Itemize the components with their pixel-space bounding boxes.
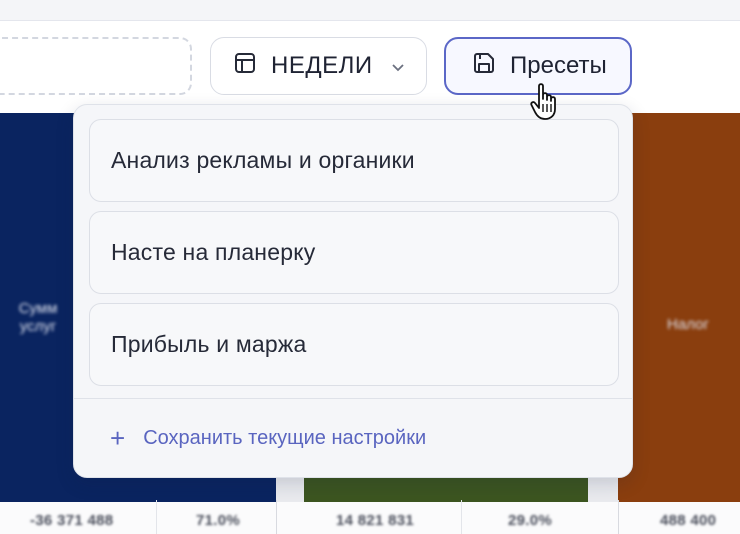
preset-item[interactable]: Анализ рекламы и органики [89, 119, 619, 202]
save-preset-label: Сохранить текущие настройки [143, 426, 427, 449]
period-select-label: НЕДЕЛИ [271, 52, 373, 79]
search-input[interactable] [0, 37, 192, 95]
brown-column-header: Налог [667, 316, 709, 333]
cell-divider [156, 500, 157, 534]
save-preset-button[interactable]: + Сохранить текущие настройки [110, 423, 426, 453]
cell-divider [461, 500, 462, 534]
top-bar [0, 0, 740, 21]
chevron-down-icon [391, 52, 405, 80]
presets-dropdown: Анализ рекламы и органики Насте на плане… [73, 104, 633, 478]
table-cell: 488 400 [660, 512, 717, 529]
preset-item[interactable]: Прибыль и маржа [89, 303, 619, 386]
presets-button-label: Пресеты [510, 52, 607, 79]
table-cell: -36 371 488 [30, 512, 114, 529]
table-icon [233, 51, 257, 82]
plus-icon: + [110, 423, 126, 453]
table-cell: 14 821 831 [336, 512, 415, 529]
table-cell: 29.0% [508, 512, 553, 529]
save-icon [472, 51, 496, 82]
table-column-brown [618, 113, 740, 502]
blue-column-header: Сумм услуг [18, 300, 58, 335]
cell-divider [276, 500, 277, 534]
preset-item[interactable]: Насте на планерку [89, 211, 619, 294]
dropdown-divider [74, 398, 632, 399]
period-select-button[interactable]: НЕДЕЛИ [210, 37, 427, 95]
hand-cursor-icon [530, 82, 564, 127]
cell-divider [618, 500, 619, 534]
table-cell: 71.0% [196, 512, 241, 529]
